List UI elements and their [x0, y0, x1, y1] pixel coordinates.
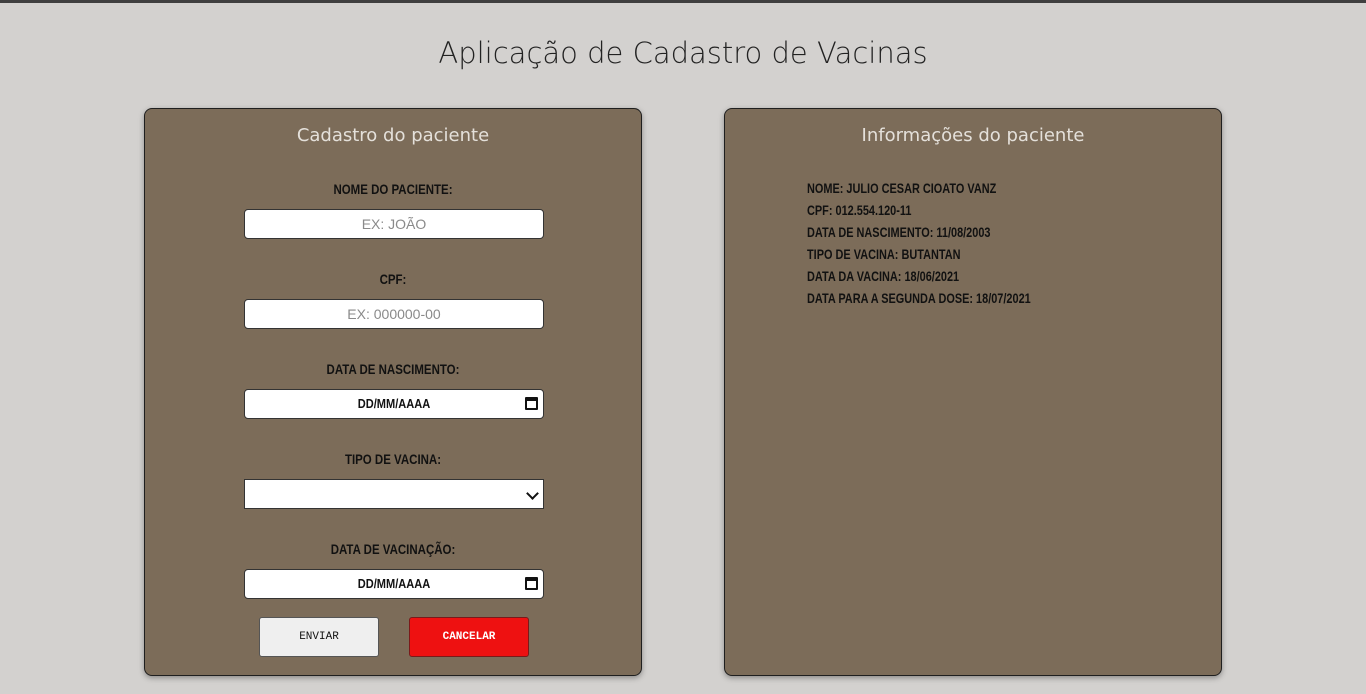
top-border: [0, 0, 1366, 3]
send-button[interactable]: ENVIAR: [259, 617, 379, 657]
form-panel-title: Cadastro do paciente: [296, 125, 490, 146]
cancel-button[interactable]: CANCELAR: [409, 617, 529, 657]
info-name: NOME: JULIO CESAR CIOATO VANZ: [807, 180, 997, 196]
info-second-dose-date: DATA PARA A SEGUNDA DOSE: 18/07/2021: [807, 290, 1031, 306]
cpf-field: [244, 299, 544, 329]
vaccination-date-value: DD/MM/AAAA: [357, 576, 431, 591]
cpf-label: CPF:: [379, 271, 407, 287]
chevron-down-icon: [526, 487, 539, 500]
vaccine-type-value: [267, 480, 520, 508]
birth-date-label: DATA DE NASCIMENTO:: [326, 361, 460, 377]
name-field: [244, 209, 544, 239]
info-birth-date: DATA DE NASCIMENTO: 11/08/2003: [807, 224, 991, 240]
page-title: Aplicação de Cadastro de Vacinas: [438, 36, 928, 70]
birth-date-value: DD/MM/AAAA: [357, 396, 431, 411]
name-label: NOME DO PACIENTE:: [333, 181, 453, 197]
vaccination-date-input[interactable]: DD/MM/AAAA: [244, 569, 544, 599]
info-panel-title: Informações do paciente: [861, 125, 1085, 146]
vaccine-type-select[interactable]: [244, 479, 544, 509]
vaccination-date-label: DATA DE VACINAÇÃO:: [330, 541, 456, 557]
birth-date-input[interactable]: DD/MM/AAAA: [244, 389, 544, 419]
patient-form-panel: Cadastro do paciente NOME DO PACIENTE: C…: [144, 108, 642, 676]
patient-info-list: NOME: JULIO CESAR CIOATO VANZ CPF: 012.5…: [807, 177, 1094, 309]
info-cpf: CPF: 012.554.120-11: [807, 202, 912, 218]
vaccine-type-label: TIPO DE VACINA:: [344, 451, 442, 467]
cpf-input[interactable]: [245, 300, 543, 328]
info-vaccine-date: DATA DA VACINA: 18/06/2021: [807, 268, 960, 284]
calendar-icon[interactable]: [525, 397, 538, 410]
name-input[interactable]: [245, 210, 543, 238]
calendar-icon[interactable]: [525, 577, 538, 590]
patient-info-panel: Informações do paciente NOME: JULIO CESA…: [724, 108, 1222, 676]
info-vaccine-type: TIPO DE VACINA: BUTANTAN: [807, 246, 961, 262]
